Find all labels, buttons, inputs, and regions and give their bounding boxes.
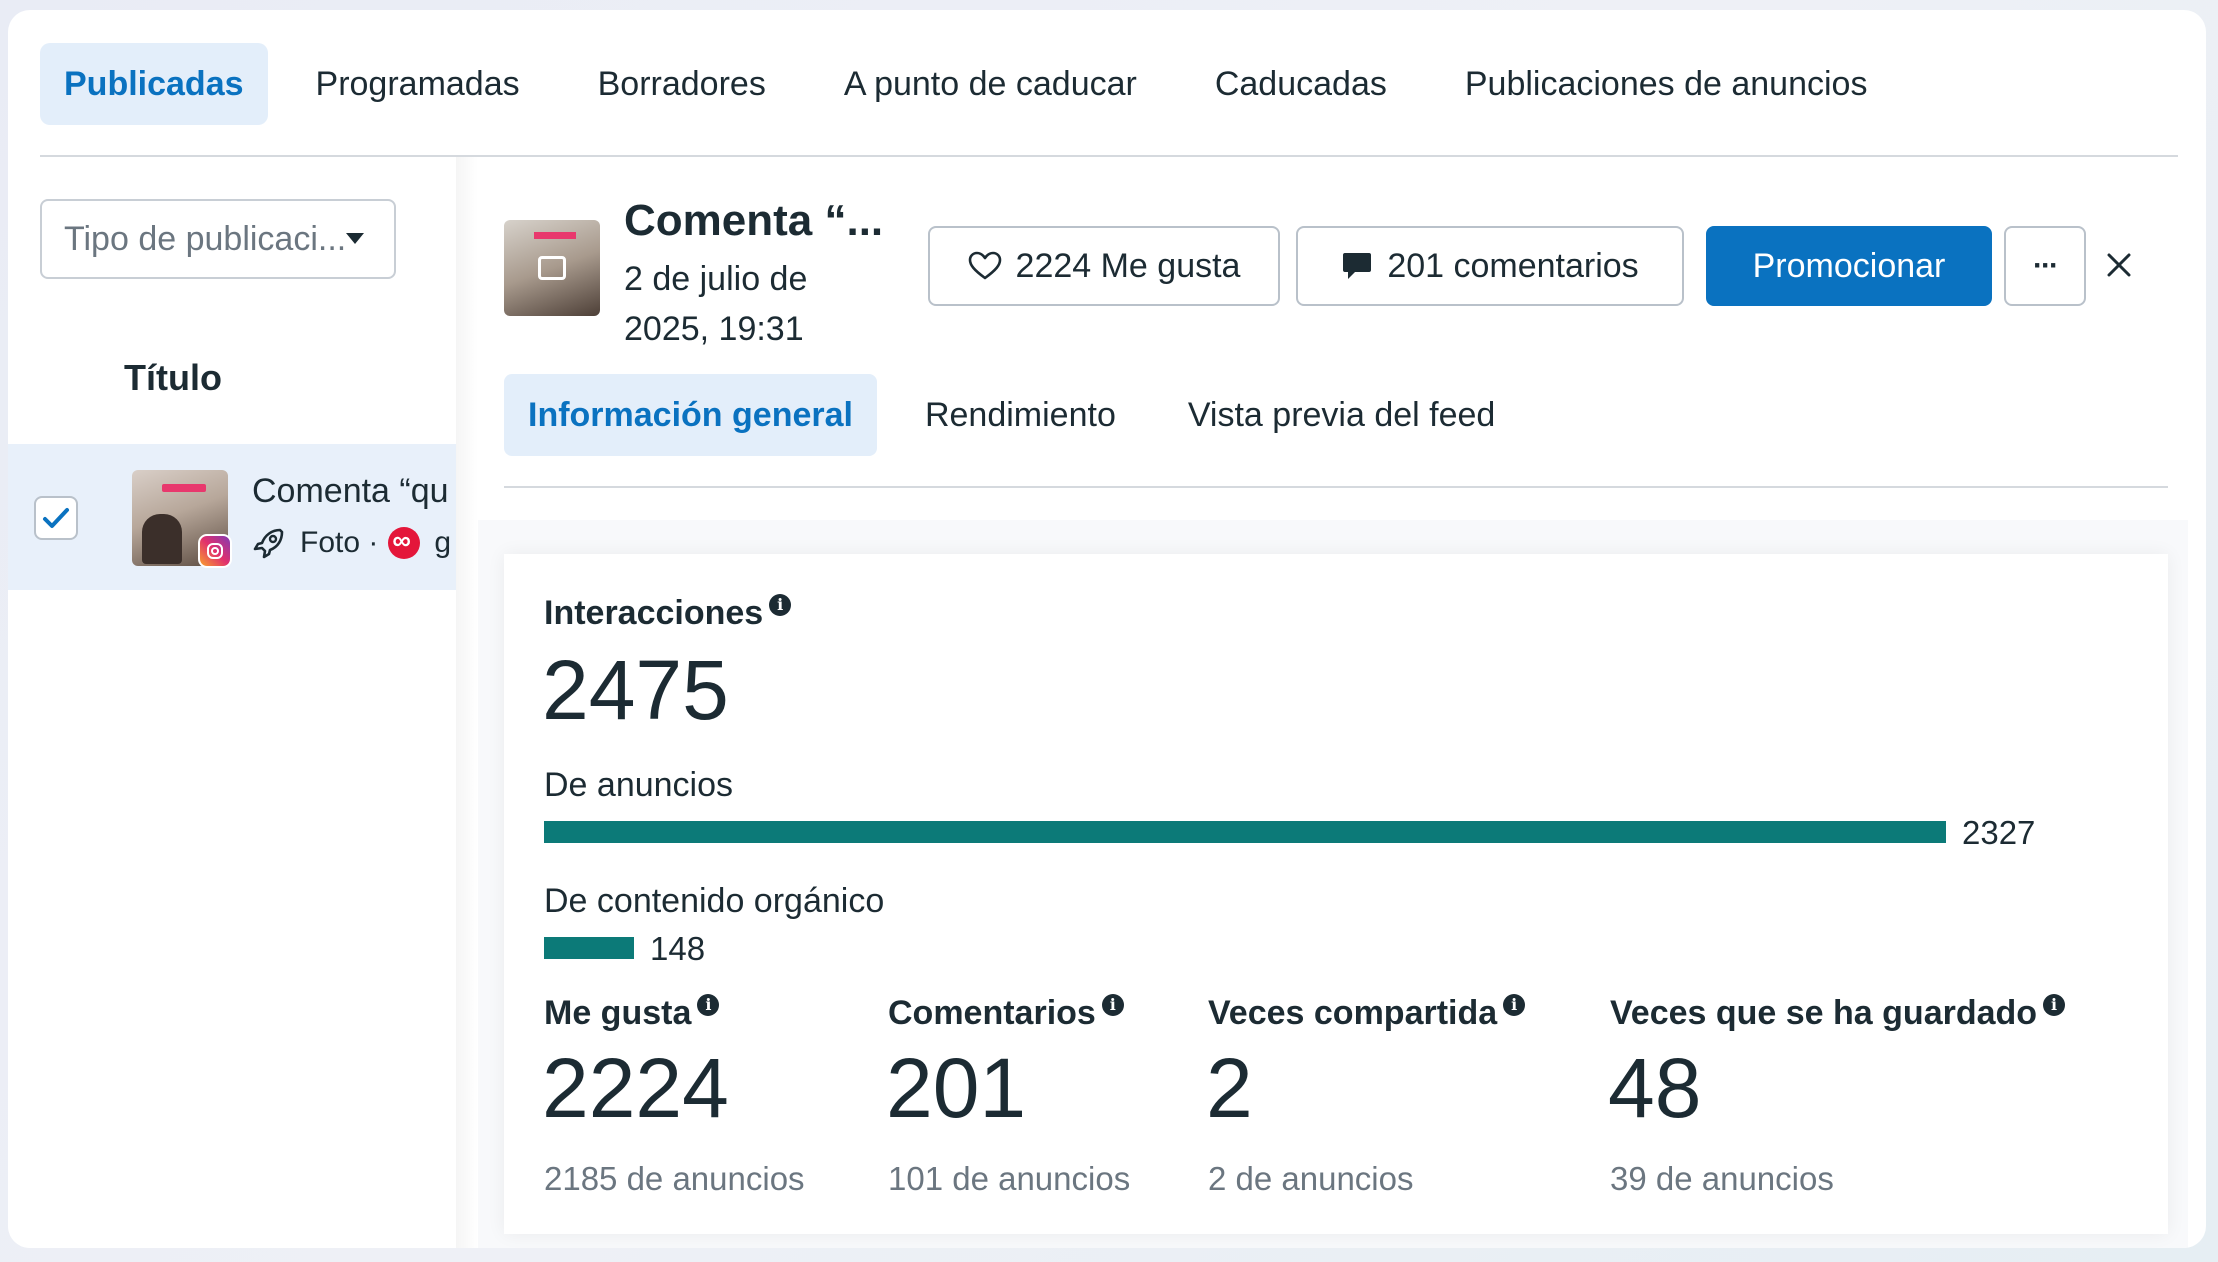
tab-programadas[interactable]: Programadas xyxy=(292,43,544,125)
instagram-icon xyxy=(198,534,232,568)
tab-rendimiento[interactable]: Rendimiento xyxy=(901,374,1140,456)
shares-metric-label: Veces compartida i xyxy=(1208,994,1526,1033)
detail-tab-bar: Información general Rendimiento Vista pr… xyxy=(504,374,1543,456)
interactions-value: 2475 xyxy=(542,643,729,737)
promote-button[interactable]: Promocionar xyxy=(1706,226,1992,306)
tab-publicaciones-de-anuncios[interactable]: Publicaciones de anuncios xyxy=(1441,43,1892,125)
post-row-title: Comenta “qu xyxy=(252,472,449,510)
comment-icon xyxy=(1341,250,1373,282)
organic-value: 148 xyxy=(650,930,706,967)
shares-metric-value: 2 xyxy=(1206,1041,1253,1135)
likes-metric-label: Me gusta i xyxy=(544,994,720,1033)
comments-metric-value: 201 xyxy=(886,1041,1027,1135)
caret-down-icon xyxy=(346,233,364,244)
shares-metric-sub: 2 de anuncios xyxy=(1208,1160,1414,1197)
tab-a-punto-de-caducar[interactable]: A punto de caducar xyxy=(820,43,1161,125)
from-ads-label: De anuncios xyxy=(544,766,734,804)
info-icon[interactable]: i xyxy=(697,994,720,1016)
tab-borradores[interactable]: Borradores xyxy=(574,43,790,125)
tab-caducadas[interactable]: Caducadas xyxy=(1191,43,1411,125)
tab-publicadas[interactable]: Publicadas xyxy=(40,43,268,125)
post-list-row[interactable]: Comenta “qu Foto · g xyxy=(8,444,456,590)
column-header-title: Título xyxy=(124,357,222,398)
more-icon: ··· xyxy=(2033,249,2059,282)
organic-label: De contenido orgánico xyxy=(544,882,885,920)
tab-vista-previa-del-feed[interactable]: Vista previa del feed xyxy=(1164,374,1519,456)
rocket-icon xyxy=(253,528,284,559)
detail-post-title: Comenta “... xyxy=(624,196,884,245)
info-icon[interactable]: i xyxy=(1503,994,1526,1016)
ads-icon xyxy=(388,525,421,559)
comments-metric-label: Comentarios i xyxy=(888,994,1124,1033)
post-row-extra: g xyxy=(434,526,452,559)
tab-informacion-general[interactable]: Información general xyxy=(504,374,877,456)
from-ads-value: 2327 xyxy=(1962,814,2036,851)
comments-metric-sub: 101 de anuncios xyxy=(888,1160,1131,1197)
heart-icon xyxy=(968,251,1002,281)
detail-post-date: 2 de julio de 2025, 19:31 xyxy=(624,260,808,348)
detail-divider xyxy=(504,486,2168,488)
checkmark-icon xyxy=(43,508,69,528)
info-icon[interactable]: i xyxy=(2043,994,2066,1016)
comments-button[interactable]: 201 comentarios xyxy=(1296,226,1684,306)
close-icon[interactable] xyxy=(2102,248,2136,282)
likes-metric-sub: 2185 de anuncios xyxy=(544,1160,805,1197)
top-tab-bar: Publicadas Programadas Borradores A punt… xyxy=(40,42,1921,126)
overview-card: Interacciones i 2475 De anuncios 2327 De … xyxy=(504,554,2168,1234)
from-ads-bar xyxy=(544,821,2036,843)
post-row-type: Foto · xyxy=(300,526,379,559)
panel-shadow xyxy=(456,157,478,1248)
saves-metric-sub: 39 de anuncios xyxy=(1610,1160,1834,1197)
post-type-dropdown[interactable]: Tipo de publicaci... xyxy=(40,199,396,279)
post-list-panel: Tipo de publicaci... Título Comenta “qu xyxy=(8,157,456,1248)
from-ads-bar-fill xyxy=(544,821,1946,843)
saves-metric-value: 48 xyxy=(1608,1041,1702,1135)
post-row-meta: Foto · g xyxy=(252,525,452,560)
organic-bar-fill xyxy=(544,937,634,959)
saves-metric-label: Veces que se ha guardado i xyxy=(1610,994,2066,1033)
likes-metric-value: 2224 xyxy=(542,1041,729,1135)
likes-button[interactable]: 2224 Me gusta xyxy=(928,226,1280,306)
row-checkbox[interactable] xyxy=(34,496,78,540)
detail-thumbnail xyxy=(504,220,600,316)
comments-button-label: 201 comentarios xyxy=(1387,246,1639,285)
info-icon[interactable]: i xyxy=(769,594,792,616)
organic-bar xyxy=(544,937,2036,959)
more-options-button[interactable]: ··· xyxy=(2004,226,2086,306)
image-icon xyxy=(538,256,566,280)
info-icon[interactable]: i xyxy=(1101,994,1124,1016)
app-frame: Publicadas Programadas Borradores A punt… xyxy=(8,10,2206,1248)
post-type-placeholder: Tipo de publicaci... xyxy=(64,219,347,258)
interactions-label: Interacciones i xyxy=(544,594,792,633)
likes-button-label: 2224 Me gusta xyxy=(1015,246,1241,285)
